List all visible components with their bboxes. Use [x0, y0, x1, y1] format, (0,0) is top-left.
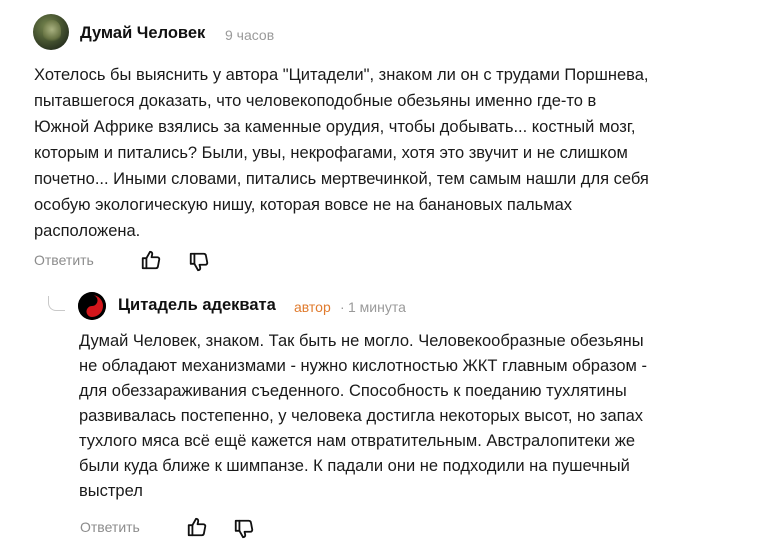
comment-time: 1 минута: [348, 299, 406, 315]
comment-text: Думай Человек, знаком. Так быть не могло…: [79, 329, 719, 504]
comment-text-line: выстрел: [79, 482, 143, 500]
thumb-down-icon[interactable]: [188, 251, 210, 273]
comment-text-line: которым и питались? Были, увы, некрофага…: [34, 144, 628, 162]
comment-text-line: Хотелось бы выяснить у автора "Цитадели"…: [34, 66, 649, 84]
thumb-up-icon[interactable]: [186, 516, 208, 538]
comment-text-line: почетно... Иными словами, питались мертв…: [34, 170, 649, 188]
comment-text-line: Думай Человек, знаком. Так быть не могло…: [79, 332, 644, 350]
author-name[interactable]: Думай Человек: [80, 24, 205, 43]
separator-dot: ·: [340, 299, 345, 315]
comment-time: 9 часов: [225, 27, 275, 43]
avatar[interactable]: [78, 292, 106, 320]
reply-button[interactable]: Ответить: [34, 252, 94, 268]
comment-text-line: тухлого мяса всё ещё кажется нам отврати…: [79, 432, 636, 450]
thread-connector: [48, 296, 65, 311]
comment-text-line: были куда ближе к шимпанзе. К падали они…: [79, 457, 630, 475]
thumb-down-icon[interactable]: [233, 518, 255, 540]
comment-text-line: расположена.: [34, 222, 141, 240]
comment-text-line: Южной Африке взялись за каменные орудия,…: [34, 118, 636, 136]
comment-text-line: для обеззараживания съеденного. Способно…: [79, 382, 627, 400]
comment-text-line: развивалась постепенно, у человека дости…: [79, 407, 643, 425]
reply-button[interactable]: Ответить: [80, 519, 140, 535]
avatar[interactable]: [33, 14, 69, 50]
thumb-up-icon[interactable]: [140, 249, 162, 271]
author-name[interactable]: Цитадель адеквата: [118, 296, 276, 315]
comment-text-line: не обладают механизмами - нужно кислотно…: [79, 357, 647, 375]
comment-text-line: особую экологическую нишу, которая вовсе…: [34, 196, 573, 214]
author-badge: автор: [294, 299, 331, 315]
comment-text-line: пытавшегося доказать, что человекоподобн…: [34, 92, 597, 110]
comment: Думай Человек 9 часов Хотелось бы выясни…: [0, 0, 758, 290]
comment-text: Хотелось бы выяснить у автора "Цитадели"…: [34, 62, 734, 244]
